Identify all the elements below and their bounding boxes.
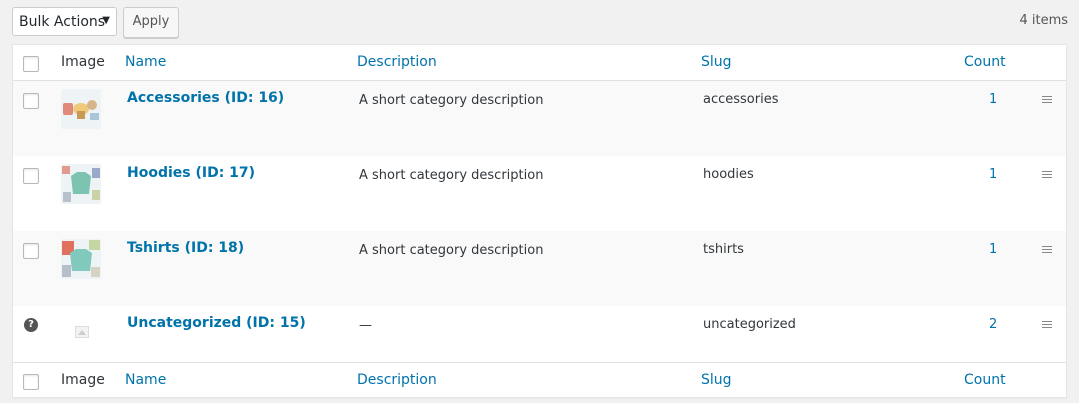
category-slug: tshirts <box>703 242 744 257</box>
column-header-image: Image <box>61 54 105 70</box>
category-name-link[interactable]: Tshirts (ID: 18) <box>127 240 244 256</box>
select-all-checkbox-footer[interactable] <box>23 374 39 390</box>
category-count-link[interactable]: 2 <box>989 317 997 332</box>
category-slug: uncategorized <box>703 317 796 332</box>
category-description: A short category description <box>359 243 544 258</box>
help-icon[interactable]: ? <box>24 318 38 332</box>
placeholder-image-icon <box>75 326 89 338</box>
categories-table: Image Name Description Slug Count Access… <box>12 44 1067 398</box>
row-checkbox[interactable] <box>23 168 39 184</box>
column-footer-description[interactable]: Description <box>357 372 437 388</box>
hoodies-thumbnail <box>61 164 101 204</box>
column-header-description[interactable]: Description <box>357 54 437 70</box>
column-header-name[interactable]: Name <box>125 54 166 70</box>
column-footer-slug[interactable]: Slug <box>701 372 732 388</box>
category-count-link[interactable]: 1 <box>989 92 997 107</box>
accessories-thumbnail <box>61 89 101 129</box>
table-header: Image Name Description Slug Count <box>13 45 1066 81</box>
apply-button[interactable]: Apply <box>123 7 179 38</box>
table-row: Tshirts (ID: 18) A short category descri… <box>13 231 1066 306</box>
category-description: — <box>359 318 372 333</box>
category-name-link[interactable]: Uncategorized (ID: 15) <box>127 315 306 331</box>
column-header-count[interactable]: Count <box>964 54 1006 70</box>
table-footer: Image Name Description Slug Count <box>13 362 1066 398</box>
category-count-link[interactable]: 1 <box>989 167 997 182</box>
table-row: ? Uncategorized (ID: 15) — uncategorized… <box>13 306 1066 362</box>
category-description: A short category description <box>359 93 544 108</box>
category-name-link[interactable]: Hoodies (ID: 17) <box>127 165 255 181</box>
tshirts-thumbnail <box>61 239 101 279</box>
tablenav-top: Bulk Actions ▼ Apply 4 items <box>0 0 1079 44</box>
drag-handle-icon[interactable] <box>1042 321 1052 329</box>
column-footer-count[interactable]: Count <box>964 372 1006 388</box>
column-footer-image: Image <box>61 372 105 388</box>
drag-handle-icon[interactable] <box>1042 96 1052 104</box>
select-all-checkbox[interactable] <box>23 56 39 72</box>
bulk-actions-select[interactable]: Bulk Actions ▼ <box>12 7 117 36</box>
row-checkbox[interactable] <box>23 93 39 109</box>
column-footer-name[interactable]: Name <box>125 372 166 388</box>
drag-handle-icon[interactable] <box>1042 246 1052 254</box>
table-row: Accessories (ID: 16) A short category de… <box>13 81 1066 156</box>
table-row: Hoodies (ID: 17) A short category descri… <box>13 156 1066 231</box>
column-header-slug[interactable]: Slug <box>701 54 732 70</box>
category-name-link[interactable]: Accessories (ID: 16) <box>127 90 284 106</box>
category-count-link[interactable]: 1 <box>989 242 997 257</box>
category-slug: hoodies <box>703 167 754 182</box>
category-slug: accessories <box>703 92 779 107</box>
bulk-actions-label: Bulk Actions <box>19 14 106 30</box>
row-checkbox[interactable] <box>23 243 39 259</box>
items-count: 4 items <box>1019 13 1068 28</box>
dropdown-arrow-icon: ▼ <box>102 15 110 26</box>
drag-handle-icon[interactable] <box>1042 171 1052 179</box>
category-description: A short category description <box>359 168 544 183</box>
